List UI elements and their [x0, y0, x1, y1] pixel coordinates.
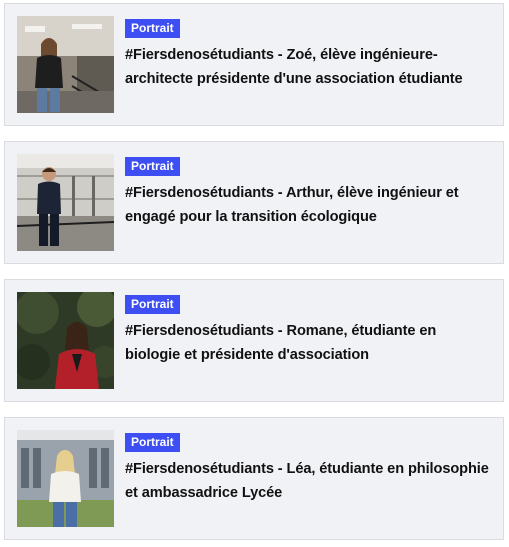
article-content: Portrait #Fiersdenosétudiants - Romane, …: [125, 295, 493, 367]
article-thumbnail[interactable]: [17, 292, 114, 389]
category-badge[interactable]: Portrait: [125, 157, 180, 176]
article-thumbnail[interactable]: [17, 16, 114, 113]
article-card[interactable]: Portrait #Fiersdenosétudiants - Zoé, élè…: [4, 3, 504, 126]
article-content: Portrait #Fiersdenosétudiants - Léa, étu…: [125, 433, 493, 505]
category-badge[interactable]: Portrait: [125, 19, 180, 38]
article-thumbnail[interactable]: [17, 154, 114, 251]
portrait-photo-icon: [17, 154, 114, 251]
category-badge[interactable]: Portrait: [125, 433, 180, 452]
portrait-photo-icon: [17, 430, 114, 527]
article-title-link[interactable]: #Fiersdenosétudiants - Zoé, élève ingéni…: [125, 43, 493, 91]
article-title-link[interactable]: #Fiersdenosétudiants - Léa, étudiante en…: [125, 457, 493, 505]
article-title-link[interactable]: #Fiersdenosétudiants - Romane, étudiante…: [125, 319, 493, 367]
category-badge[interactable]: Portrait: [125, 295, 180, 314]
article-content: Portrait #Fiersdenosétudiants - Zoé, élè…: [125, 19, 493, 91]
article-card[interactable]: Portrait #Fiersdenosétudiants - Romane, …: [4, 279, 504, 402]
portrait-photo-icon: [17, 292, 114, 389]
article-thumbnail[interactable]: [17, 430, 114, 527]
article-title-link[interactable]: #Fiersdenosétudiants - Arthur, élève ing…: [125, 181, 493, 229]
portrait-photo-icon: [17, 16, 114, 113]
article-content: Portrait #Fiersdenosétudiants - Arthur, …: [125, 157, 493, 229]
article-card[interactable]: Portrait #Fiersdenosétudiants - Léa, étu…: [4, 417, 504, 540]
article-card[interactable]: Portrait #Fiersdenosétudiants - Arthur, …: [4, 141, 504, 264]
